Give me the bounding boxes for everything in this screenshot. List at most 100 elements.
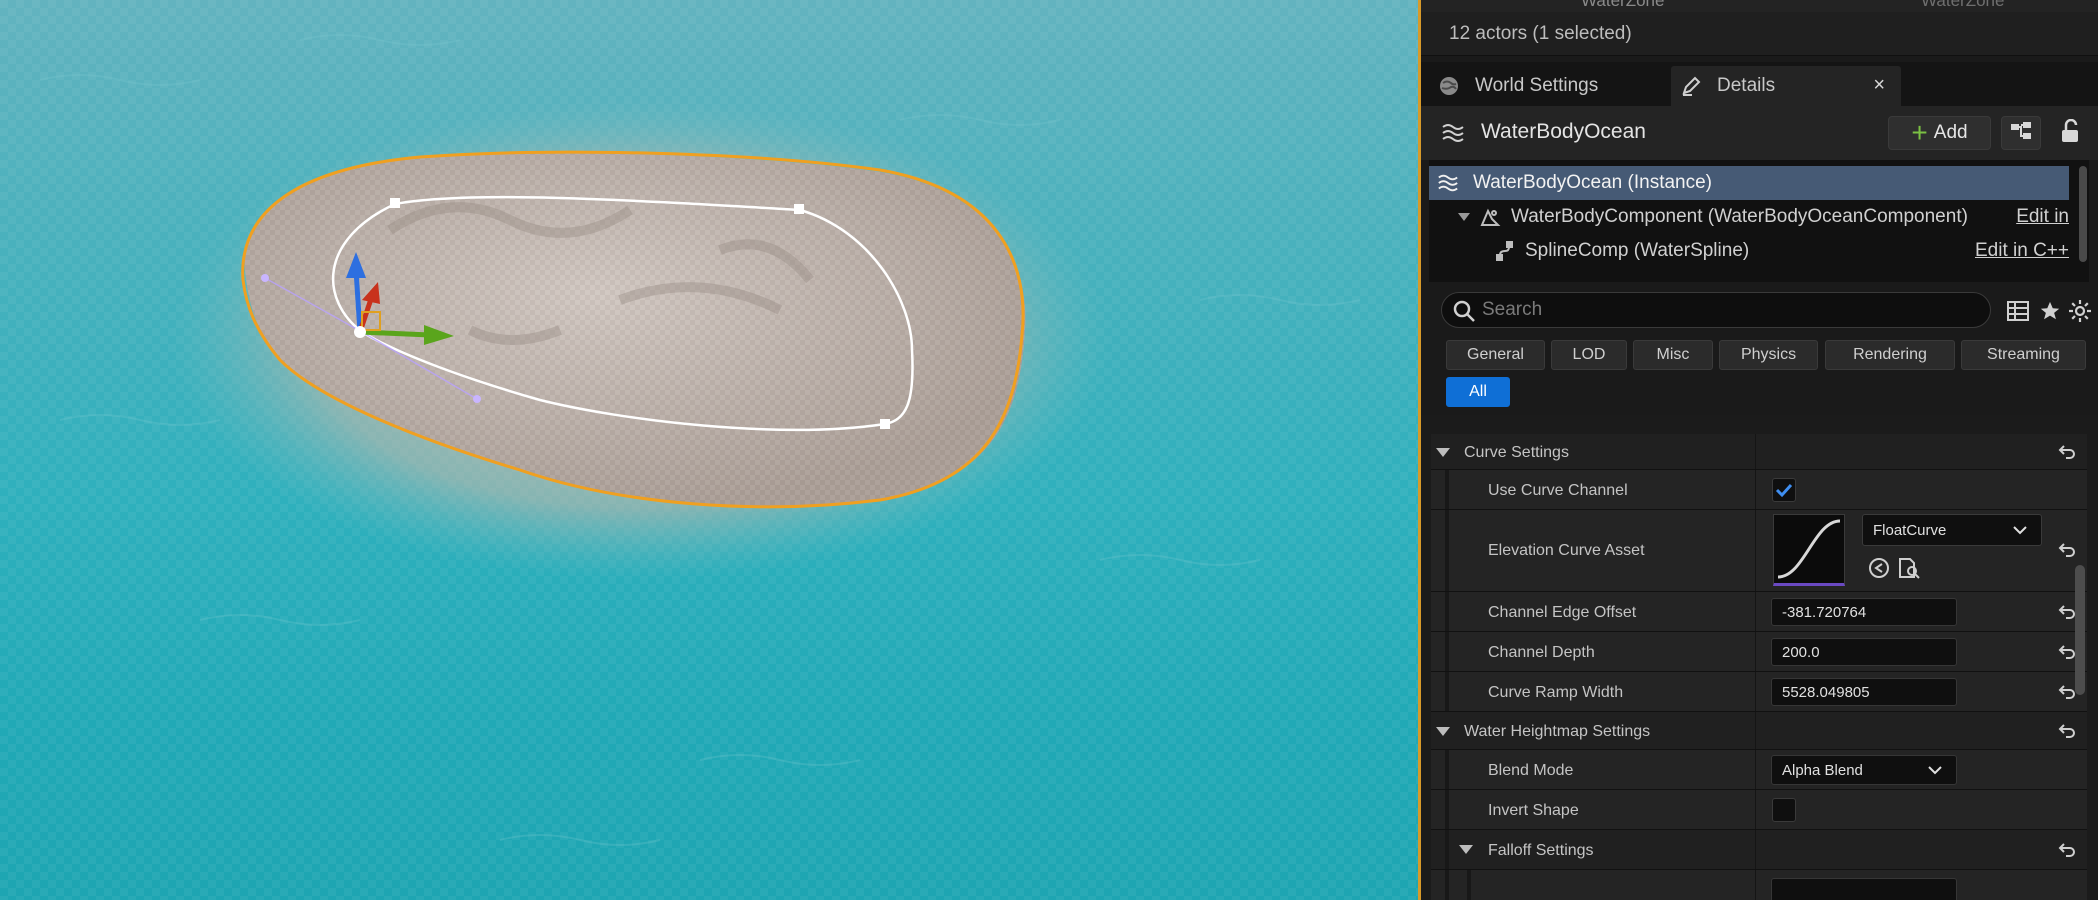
property-use-curve-channel: Use Curve Channel <box>1431 470 2087 510</box>
search-icon <box>1452 299 1476 328</box>
checkmark-icon <box>1775 483 1793 498</box>
plus-icon: + <box>1911 117 1928 148</box>
edit-in-cpp-link[interactable]: Edit in C++ <box>1975 240 2069 262</box>
blend-mode-value: Alpha Blend <box>1782 762 1863 779</box>
property-channel-depth: Channel Depth 200.0 <box>1431 632 2087 672</box>
search-input[interactable] <box>1482 297 1962 323</box>
channel-depth-input[interactable]: 200.0 <box>1771 638 1957 666</box>
details-search-row <box>1421 288 2098 334</box>
filter-general[interactable]: General <box>1446 340 1545 370</box>
outliner-cut-name: WaterZone <box>1581 0 1665 10</box>
reset-arrow-icon[interactable] <box>2057 442 2077 462</box>
blueprint-button[interactable] <box>2001 116 2041 150</box>
globe-icon <box>1437 74 1461 98</box>
add-component-button[interactable]: + Add <box>1888 116 1991 150</box>
details-header: WaterBodyOcean + Add <box>1421 106 2098 160</box>
selected-actor-title: WaterBodyOcean <box>1481 120 1646 143</box>
reset-arrow-icon[interactable] <box>2057 682 2077 702</box>
water-body-icon <box>1441 121 1465 150</box>
tab-world-settings[interactable]: World Settings <box>1429 66 1669 106</box>
level-viewport[interactable] <box>0 0 1418 900</box>
curve-asset-value: FloatCurve <box>1873 522 1947 539</box>
component-row-spline[interactable]: SplineComp (WaterSpline) Edit in C++ <box>1429 234 2069 268</box>
tab-details[interactable]: Details × <box>1671 66 1901 106</box>
reset-arrow-icon[interactable] <box>2057 540 2077 560</box>
component-tree-scrollbar[interactable] <box>2079 166 2087 262</box>
filter-all[interactable]: All <box>1446 377 1510 407</box>
category-label: Curve Settings <box>1464 444 1569 461</box>
right-panel: WaterZone WaterZone 12 actors (1 selecte… <box>1421 0 2098 900</box>
component-root-label: WaterBodyOcean (Instance) <box>1473 172 1713 193</box>
expand-arrow-icon[interactable] <box>1459 845 1473 854</box>
category-curve-settings[interactable]: Curve Settings <box>1431 434 2087 470</box>
category-falloff-settings[interactable]: Falloff Settings <box>1431 830 2087 870</box>
gear-icon[interactable] <box>2067 298 2093 324</box>
property-label: Channel Edge Offset <box>1488 604 1637 621</box>
property-channel-edge-offset: Channel Edge Offset -381.720764 <box>1431 592 2087 632</box>
property-label: Elevation Curve Asset <box>1488 542 1645 559</box>
property-label: Blend Mode <box>1488 762 1574 779</box>
expand-arrow-icon[interactable] <box>1436 448 1450 457</box>
curve-ramp-width-input[interactable]: 5528.049805 <box>1771 678 1957 706</box>
reset-arrow-icon[interactable] <box>2057 642 2077 662</box>
property-invert-shape: Invert Shape <box>1431 790 2087 830</box>
pencil-icon <box>1679 74 1703 98</box>
invert-shape-checkbox[interactable] <box>1772 798 1796 822</box>
component-row-root[interactable]: WaterBodyOcean (Instance) <box>1429 166 2069 200</box>
property-curve-ramp-width: Curve Ramp Width 5528.049805 <box>1431 672 2087 712</box>
filter-streaming[interactable]: Streaming <box>1961 340 2086 370</box>
chevron-down-icon <box>1928 762 1942 779</box>
water-body-icon <box>1437 172 1459 194</box>
chevron-down-icon <box>2013 522 2027 539</box>
curve-thumbnail[interactable] <box>1773 514 1845 586</box>
lock-button[interactable] <box>2055 118 2085 148</box>
component-row-water-body[interactable]: WaterBodyComponent (WaterBodyOceanCompon… <box>1429 200 2069 234</box>
blend-mode-dropdown[interactable]: Alpha Blend <box>1771 755 1957 785</box>
category-water-heightmap-settings[interactable]: Water Heightmap Settings <box>1431 712 2087 750</box>
property-label: Curve Ramp Width <box>1488 684 1624 701</box>
category-label: Water Heightmap Settings <box>1464 723 1651 740</box>
browse-asset-icon[interactable] <box>1897 556 1921 585</box>
tangent-handle <box>473 395 481 403</box>
falloff-field-cut[interactable] <box>1771 878 1957 900</box>
tangent-handle <box>261 274 269 282</box>
filter-lod[interactable]: LOD <box>1551 340 1627 370</box>
search-field[interactable] <box>1441 292 1991 328</box>
viewport-scene <box>0 0 1418 900</box>
property-list-scrollbar[interactable] <box>2075 565 2085 695</box>
details-tabbar: World Settings Details × <box>1421 62 2098 106</box>
component-spline-label: SplineComp (WaterSpline) <box>1525 240 1750 261</box>
use-curve-channel-checkbox[interactable] <box>1772 478 1796 502</box>
reset-arrow-icon[interactable] <box>2057 721 2077 741</box>
property-label: Invert Shape <box>1488 802 1579 819</box>
add-button-label: Add <box>1933 122 1968 143</box>
filter-physics[interactable]: Physics <box>1719 340 1818 370</box>
edit-in-link[interactable]: Edit in <box>2016 206 2069 228</box>
reset-arrow-icon[interactable] <box>2057 840 2077 860</box>
reset-arrow-icon[interactable] <box>2057 602 2077 622</box>
outliner-cut-type: WaterZone <box>1921 0 2005 10</box>
component-water-body-label: WaterBodyComponent (WaterBodyOceanCompon… <box>1511 206 1968 227</box>
outliner-row-cut[interactable]: WaterZone WaterZone <box>1421 0 2098 12</box>
mesh-component-icon <box>1479 206 1501 228</box>
expand-arrow-icon[interactable] <box>1436 727 1450 736</box>
tab-world-settings-label: World Settings <box>1475 75 1599 96</box>
use-selected-asset-icon[interactable] <box>1867 556 1891 585</box>
filter-rendering[interactable]: Rendering <box>1825 340 1955 370</box>
property-matrix-icon[interactable] <box>2005 298 2031 324</box>
favorites-star-icon[interactable] <box>2037 298 2063 324</box>
channel-edge-offset-input[interactable]: -381.720764 <box>1771 598 1957 626</box>
component-tree: WaterBodyOcean (Instance) WaterBodyCompo… <box>1429 160 2089 282</box>
tab-details-label: Details <box>1717 75 1776 96</box>
unlock-icon <box>2059 118 2081 148</box>
actor-count: 12 actors (1 selected) <box>1449 23 1632 44</box>
property-label: Channel Depth <box>1488 644 1595 661</box>
collapse-arrow-icon[interactable] <box>1457 212 1471 222</box>
filter-misc[interactable]: Misc <box>1633 340 1713 370</box>
spline-icon <box>1495 240 1515 262</box>
close-icon[interactable]: × <box>1873 74 1885 97</box>
property-elevation-curve-asset: Elevation Curve Asset FloatCurve <box>1431 510 2087 592</box>
blueprint-icon <box>2009 121 2033 146</box>
property-label: Use Curve Channel <box>1488 482 1628 499</box>
curve-asset-dropdown[interactable]: FloatCurve <box>1862 514 2042 546</box>
